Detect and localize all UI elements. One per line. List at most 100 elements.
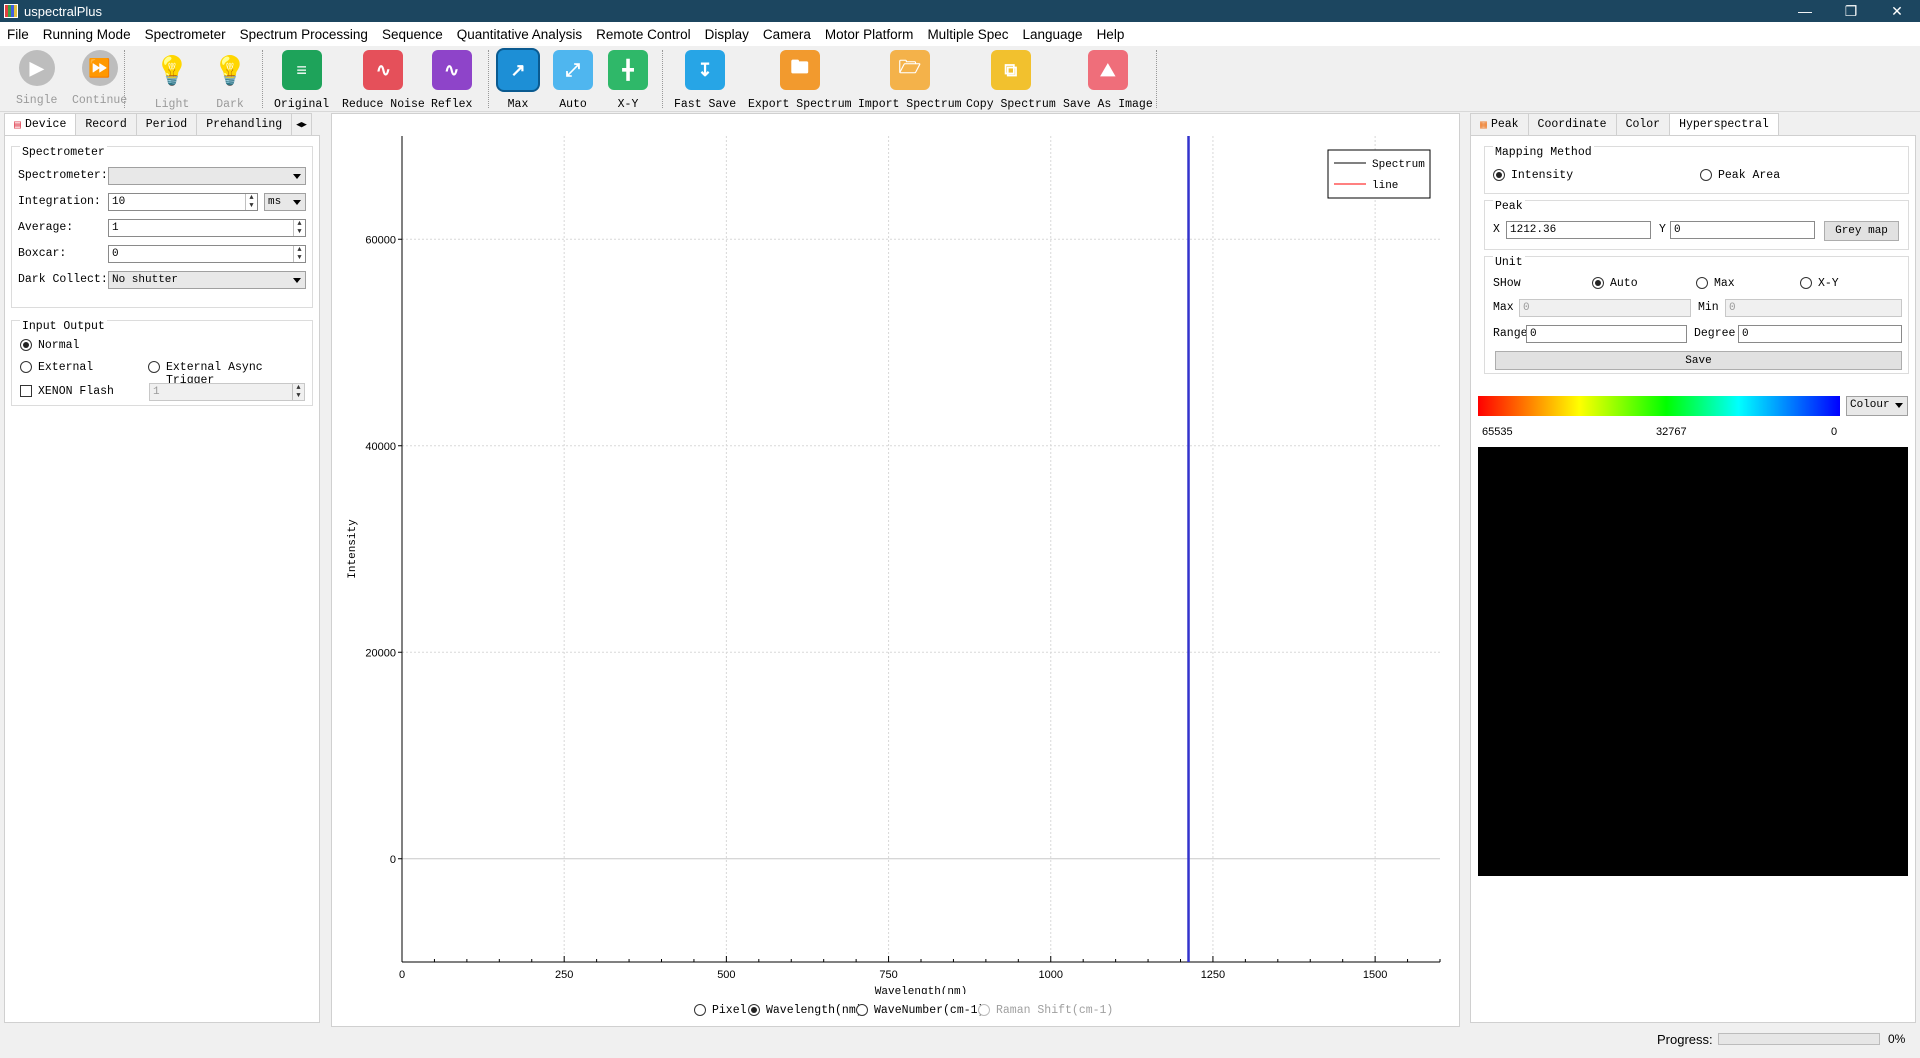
normal-label: Normal xyxy=(38,339,80,352)
tab-device[interactable]: ▤ Device xyxy=(4,113,77,135)
peak-area-radio[interactable] xyxy=(1700,169,1712,181)
max-radio-label: Max xyxy=(1714,277,1735,290)
grey-map-button[interactable]: Grey map xyxy=(1824,221,1899,241)
integration-unit-select[interactable]: ms xyxy=(264,193,306,211)
xy-button[interactable]: ╋ X-Y xyxy=(608,50,648,111)
external-async-radio[interactable] xyxy=(148,361,160,373)
xenon-flash-checkbox[interactable] xyxy=(20,385,32,397)
menu-help[interactable]: Help xyxy=(1090,27,1132,42)
reduce-noise-button[interactable]: ∿ Reduce Noise xyxy=(342,50,425,111)
range-label: Range xyxy=(1493,327,1528,340)
tab-hyperspectral[interactable]: Hyperspectral xyxy=(1669,113,1779,135)
original-button[interactable]: ≡ Original xyxy=(274,50,329,111)
menu-spectrum-processing[interactable]: Spectrum Processing xyxy=(233,27,375,42)
close-icon[interactable]: ✕ xyxy=(1874,0,1920,22)
restore-icon[interactable]: ❐ xyxy=(1828,0,1874,22)
menu-remote-control[interactable]: Remote Control xyxy=(589,27,698,42)
continue-button[interactable]: ⏩ Continue xyxy=(72,50,127,107)
hyperspectral-panel: Mapping Method Intensity Peak Area Peak … xyxy=(1470,135,1916,1023)
copy-spectrum-button[interactable]: ⧉ Copy Spectrum xyxy=(966,50,1056,111)
title-bar: uspectralPlus — ❐ ✕ xyxy=(0,0,1920,22)
progress-label: Progress: xyxy=(1657,1032,1713,1047)
auto-button[interactable]: ⤢ Auto xyxy=(553,50,593,111)
spectrum-chart[interactable]: 0 250 500 750 1000 1250 1500 0 20000 40000 60000 Wa… xyxy=(332,114,1459,994)
average-label: Average: xyxy=(18,221,74,234)
auto-radio[interactable] xyxy=(1592,277,1604,289)
save-button[interactable]: Save xyxy=(1495,351,1902,370)
menu-spectrometer[interactable]: Spectrometer xyxy=(138,27,233,42)
menu-quantitative-analysis[interactable]: Quantitative Analysis xyxy=(450,27,589,42)
xy-radio[interactable] xyxy=(1800,277,1812,289)
import-spectrum-button[interactable]: 🗁 Import Spectrum xyxy=(858,50,962,111)
menu-file[interactable]: File xyxy=(0,27,36,42)
peak-group: Peak X 1212.36 Y 0 Grey map xyxy=(1484,200,1909,250)
light-button[interactable]: 💡 Light xyxy=(152,50,192,112)
single-button[interactable]: ▶ Single xyxy=(16,50,57,107)
group-title: Mapping Method xyxy=(1493,146,1594,159)
tab-color[interactable]: Color xyxy=(1615,113,1671,135)
save-as-image-button[interactable]: ⛰ Save As Image xyxy=(1063,50,1153,111)
min-field[interactable]: 0 xyxy=(1725,299,1902,317)
max-button[interactable]: ↗ Max xyxy=(498,50,538,111)
wavenumber-radio[interactable] xyxy=(856,1004,868,1016)
min-label: Min xyxy=(1698,301,1719,314)
menu-sequence[interactable]: Sequence xyxy=(375,27,450,42)
hyperspectral-map[interactable] xyxy=(1478,447,1908,876)
peak-x-field[interactable]: 1212.36 xyxy=(1506,221,1651,239)
minimize-icon[interactable]: — xyxy=(1782,0,1828,22)
scale-high-label: 65535 xyxy=(1482,426,1513,438)
spin-arrows-icon[interactable]: ▲ ▼ xyxy=(245,194,257,210)
menu-motor-platform[interactable]: Motor Platform xyxy=(818,27,921,42)
device-icon: ▤ xyxy=(14,119,21,132)
y-tick-label: 0 xyxy=(390,854,396,866)
external-radio[interactable] xyxy=(20,361,32,373)
dark-collect-label: Dark Collect: xyxy=(18,273,108,286)
tab-record[interactable]: Record xyxy=(75,113,137,135)
max-radio[interactable] xyxy=(1696,277,1708,289)
dark-button[interactable]: 💡 Dark xyxy=(210,50,250,112)
xenon-flash-field[interactable]: 1 ▲ ▼ xyxy=(149,383,305,401)
colour-scale-bar xyxy=(1478,396,1840,416)
spin-arrows-icon: ▲ ▼ xyxy=(292,384,304,400)
spin-arrows-icon[interactable]: ▲ ▼ xyxy=(293,246,305,262)
waveform-icon: ∿ xyxy=(431,50,472,90)
dark-bulb-icon: 💡 xyxy=(212,54,248,86)
reflex-button[interactable]: ∿ Reflex xyxy=(431,50,472,111)
max-field[interactable]: 0 xyxy=(1519,299,1691,317)
wavenumber-label: WaveNumber(cm-1) xyxy=(874,1004,985,1017)
average-field[interactable]: 1 ▲ ▼ xyxy=(108,219,306,237)
menu-language[interactable]: Language xyxy=(1015,27,1089,42)
tab-coordinate[interactable]: Coordinate xyxy=(1527,113,1617,135)
menu-multiple-spec[interactable]: Multiple Spec xyxy=(920,27,1015,42)
wavelength-radio[interactable] xyxy=(748,1004,760,1016)
boxcar-field[interactable]: 0 ▲ ▼ xyxy=(108,245,306,263)
tab-period[interactable]: Period xyxy=(135,113,198,135)
dark-collect-select[interactable]: No shutter xyxy=(108,271,306,289)
raman-shift-label: Raman Shift(cm-1) xyxy=(996,1004,1114,1017)
tab-peak[interactable]: ▦ Peak xyxy=(1470,113,1529,135)
export-spectrum-button[interactable]: 🖿 Export Spectrum xyxy=(748,50,852,111)
spin-arrows-icon[interactable]: ▲ ▼ xyxy=(293,220,305,236)
intensity-radio[interactable] xyxy=(1493,169,1505,181)
menu-display[interactable]: Display xyxy=(698,27,756,42)
x-tick-label: 500 xyxy=(717,969,735,981)
degree-field[interactable]: 0 xyxy=(1738,325,1902,343)
spectrometer-select[interactable] xyxy=(108,167,306,185)
y-axis-label: Intensity xyxy=(347,519,359,579)
y-tick-label: 40000 xyxy=(365,441,396,453)
fast-save-button[interactable]: ↧ Fast Save xyxy=(674,50,736,111)
peak-area-label: Peak Area xyxy=(1718,169,1781,182)
menu-camera[interactable]: Camera xyxy=(756,27,818,42)
chevron-down-icon xyxy=(293,278,301,283)
group-title: Peak xyxy=(1493,200,1525,213)
normal-radio[interactable] xyxy=(20,339,32,351)
menu-running-mode[interactable]: Running Mode xyxy=(36,27,138,42)
tab-prehandling[interactable]: Prehandling xyxy=(196,113,293,135)
pixel-radio[interactable] xyxy=(694,1004,706,1016)
range-field[interactable]: 0 xyxy=(1526,325,1687,343)
auto-fit-icon: ⤢ xyxy=(553,50,593,90)
peak-y-field[interactable]: 0 xyxy=(1670,221,1815,239)
colour-select[interactable]: Colour xyxy=(1846,396,1908,416)
integration-field[interactable]: 10 ▲ ▼ xyxy=(108,193,258,211)
tab-scroll-button[interactable]: ◀▶ xyxy=(291,113,312,135)
